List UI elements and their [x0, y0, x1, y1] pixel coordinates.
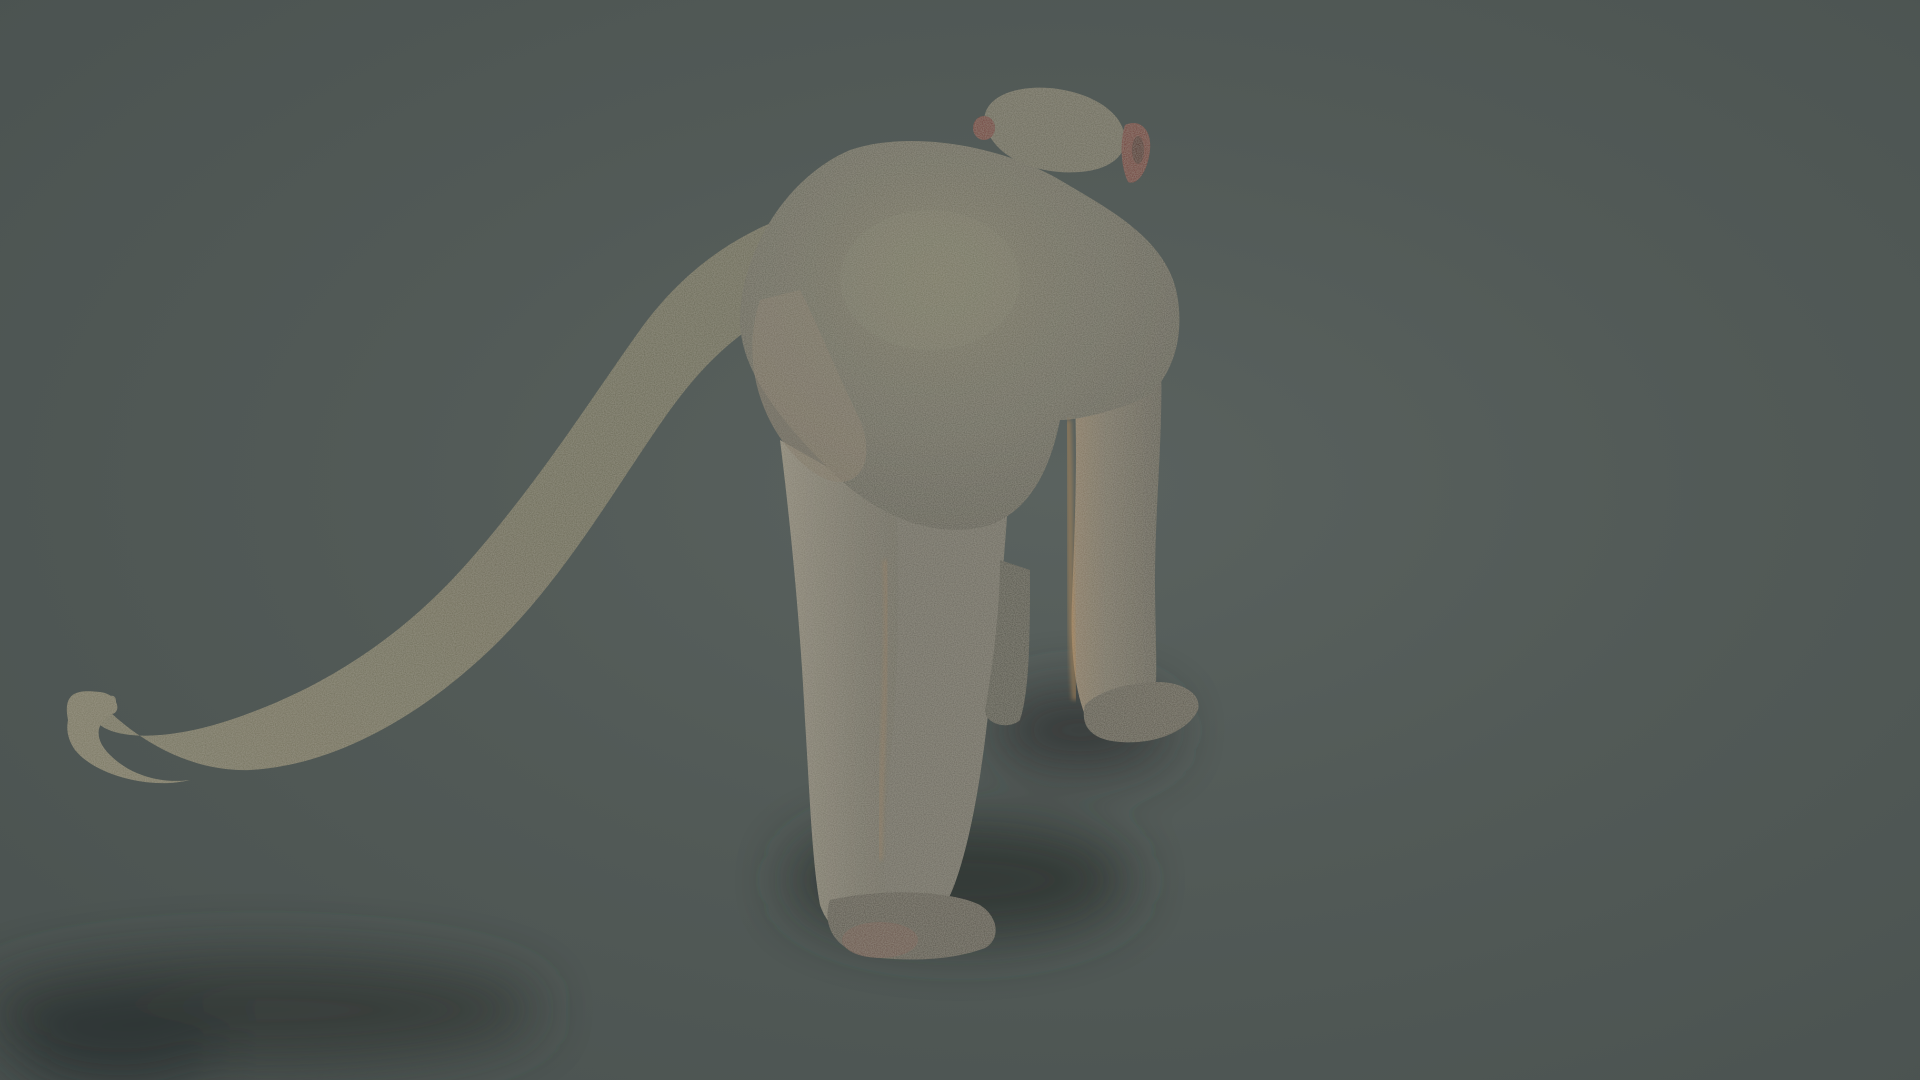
render-viewport — [0, 0, 1920, 1080]
hip-highlight — [840, 210, 1020, 350]
ear-left — [973, 116, 995, 140]
ear-right-inner — [1132, 136, 1144, 164]
monkey-render — [0, 87, 1199, 1080]
heel-pad — [842, 922, 918, 958]
